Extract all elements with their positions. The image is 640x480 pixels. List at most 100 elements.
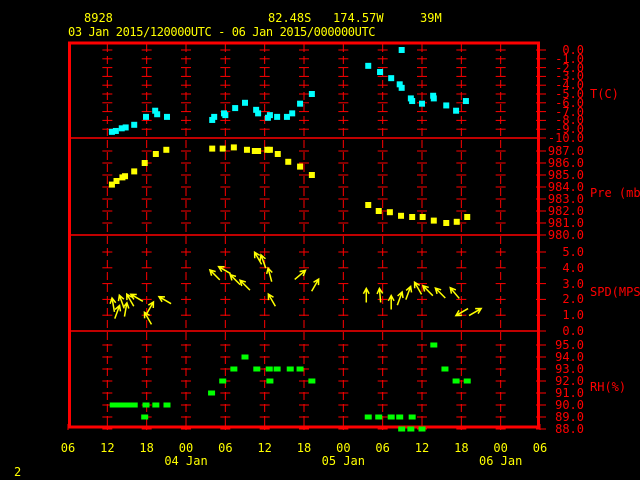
temperature-point — [419, 100, 425, 107]
pressure-point — [430, 217, 437, 224]
wind-vector — [157, 295, 172, 305]
pressure-point — [219, 145, 226, 152]
x-tick-label: 18 — [296, 441, 312, 455]
pressure-point — [266, 146, 273, 153]
wind-vector — [376, 286, 384, 303]
temperature-point — [398, 47, 405, 53]
rh-point — [430, 342, 438, 348]
rh-point — [113, 402, 121, 408]
pressure-point — [453, 218, 460, 225]
rh-point — [219, 378, 227, 384]
pressure-point — [163, 146, 170, 153]
rh-point — [265, 366, 273, 372]
pressure-point — [274, 151, 281, 157]
rh-point — [253, 366, 261, 372]
temperature-point — [242, 99, 248, 106]
wind-vector — [468, 307, 483, 317]
temperature-point — [409, 98, 416, 105]
wind-vector — [129, 293, 144, 302]
temperature-point — [211, 113, 218, 120]
x-tick-label: 18 — [454, 441, 469, 455]
pressure-point — [386, 209, 393, 216]
temperature-point — [453, 107, 460, 114]
rh-point — [152, 402, 160, 408]
rh-point — [273, 366, 281, 372]
rh-point — [463, 378, 471, 384]
rh-point — [418, 426, 426, 432]
wind-vector — [143, 310, 153, 325]
rh-point — [308, 378, 316, 384]
x-tick-label: 00 — [178, 441, 194, 455]
y-tick-label: 980.0 — [547, 228, 584, 242]
rh-point — [441, 366, 449, 372]
temperature-point — [232, 105, 239, 112]
rh-point — [296, 366, 304, 372]
wind-vector — [454, 307, 469, 317]
pressure-point — [141, 160, 148, 166]
panel-axis-title: T(C) — [590, 87, 619, 101]
wind-vector — [310, 277, 320, 292]
pressure-point — [113, 178, 120, 184]
pressure-point — [409, 214, 416, 220]
wind-vector — [267, 292, 277, 307]
temperature-point — [430, 95, 437, 102]
rh-point — [364, 414, 372, 420]
temperature-point — [297, 100, 304, 107]
temperature-point — [308, 91, 315, 97]
temperature-point — [112, 127, 119, 134]
pressure-point — [308, 172, 315, 178]
rh-point — [408, 414, 416, 420]
rh-point — [407, 426, 415, 432]
temperature-point — [255, 110, 262, 117]
temperature-point — [443, 102, 450, 109]
y-tick-label: 2.0 — [562, 292, 584, 307]
x-tick-label: 06 — [532, 441, 548, 455]
wind-vector — [238, 279, 251, 291]
y-tick-label: 3.0 — [562, 276, 584, 291]
temperature-point — [462, 98, 469, 105]
rh-point — [208, 390, 216, 396]
temperature-point — [131, 121, 138, 128]
rh-point — [286, 366, 294, 372]
panel-axis-title: RH(%) — [590, 380, 627, 394]
rh-point — [163, 402, 171, 408]
x-tick-label: 18 — [139, 441, 154, 455]
rh-point — [141, 414, 149, 420]
pressure-point — [122, 173, 129, 180]
pressure-point — [230, 144, 237, 151]
pressure-point — [152, 151, 159, 157]
panel-axis-title: Pre (mb) — [590, 186, 640, 200]
pressure-point — [209, 145, 216, 152]
rh-point — [142, 402, 150, 408]
wind-vector — [109, 296, 117, 312]
x-tick-label: 06 — [375, 441, 390, 455]
temperature-point — [266, 112, 273, 119]
rh-point — [396, 414, 404, 420]
panel-axis-title: SPD(MPS) — [590, 284, 640, 299]
wind-vector — [265, 266, 273, 282]
y-tick-label: -10.0 — [547, 131, 584, 145]
rh-point — [387, 414, 395, 420]
wind-vector — [145, 300, 155, 315]
temperature-point — [365, 62, 372, 69]
x-day-label: 04 Jan — [164, 454, 208, 468]
temperature-point — [388, 75, 395, 82]
pressure-point — [131, 168, 138, 175]
y-tick-label: 4.0 — [562, 260, 584, 275]
x-day-label: 06 Jan — [478, 454, 523, 468]
pressure-point — [419, 214, 426, 220]
rh-point — [124, 402, 132, 408]
temperature-point — [398, 84, 405, 91]
pressure-point — [398, 212, 405, 219]
x-day-label: 05 Jan — [321, 454, 366, 468]
pressure-point — [365, 202, 372, 208]
rh-point — [241, 354, 249, 360]
wind-vector — [229, 273, 241, 286]
rh-point — [452, 378, 460, 384]
temperature-point — [122, 124, 129, 131]
wind-vector — [208, 268, 221, 281]
wind-vector — [434, 287, 446, 299]
x-tick-label: 06 — [60, 441, 76, 455]
pressure-point — [255, 148, 262, 154]
pressure-point — [243, 146, 250, 153]
